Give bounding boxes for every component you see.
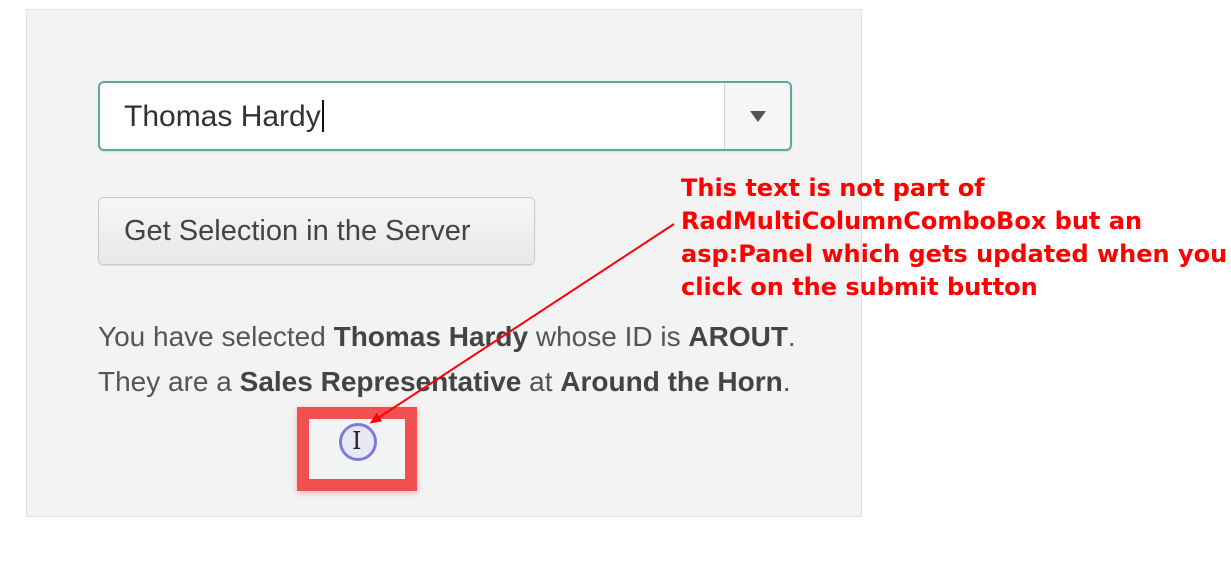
combobox-value: Thomas Hardy <box>124 100 321 133</box>
result-mid3: at <box>521 366 561 397</box>
result-mid1: whose ID is <box>528 321 689 352</box>
text-cursor-icon: I <box>352 427 362 455</box>
annotation-line: click on the submit button <box>681 273 1038 301</box>
selection-result-text: You have selected Thomas Hardy whose ID … <box>98 314 798 404</box>
result-suffix: . <box>782 366 791 397</box>
annotation-line: This text is not part of <box>681 174 985 202</box>
dropdown-toggle-button[interactable] <box>724 83 790 149</box>
result-name: Thomas Hardy <box>333 321 529 352</box>
get-selection-button[interactable]: Get Selection in the Server <box>98 197 535 265</box>
screenshot-stage: Thomas Hardy Get Selection in the Server… <box>0 0 1231 578</box>
chevron-down-icon <box>750 111 766 122</box>
result-prefix: You have selected <box>98 321 334 352</box>
annotation-callout: This text is not part of RadMultiColumnC… <box>681 172 1231 304</box>
text-caret <box>321 100 324 132</box>
multi-column-combobox[interactable]: Thomas Hardy <box>98 81 792 151</box>
result-title: Sales Representative <box>239 366 522 397</box>
result-company: Around the Horn <box>560 366 783 397</box>
result-id: AROUT <box>688 321 788 352</box>
combobox-input[interactable]: Thomas Hardy <box>124 100 324 134</box>
annotation-line: asp:Panel which gets updated when you <box>681 240 1228 268</box>
annotation-line: RadMultiColumnComboBox but an <box>681 207 1143 235</box>
